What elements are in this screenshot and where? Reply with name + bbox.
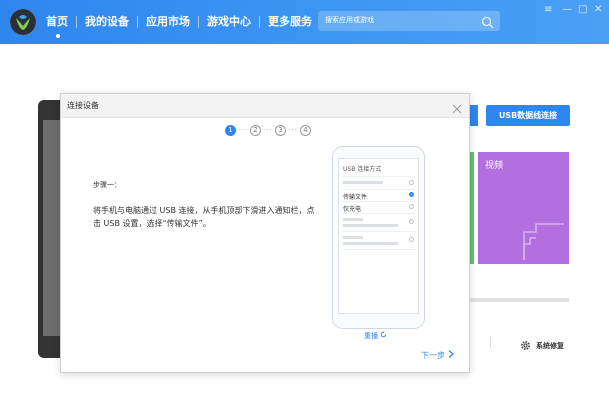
nav-item-my-devices[interactable]: 我的设备 — [77, 15, 137, 29]
gear-icon — [520, 336, 531, 355]
placeholder-bar — [343, 181, 383, 184]
radio-option — [409, 237, 414, 242]
minimize-icon[interactable]: — — [562, 4, 572, 16]
usb-option-transfer: 传输文件 — [343, 194, 368, 201]
video-folder-icon — [522, 222, 566, 266]
app-logo[interactable] — [10, 9, 36, 35]
replay-label: 重播 — [364, 332, 378, 340]
next-step-label: 下一步 — [421, 351, 445, 360]
step-instruction: 将手机与电脑通过 USB 连接，从手机顶部下滑进入通知栏，点击 USB 设置，选… — [93, 206, 315, 228]
video-tile-label: 视频 — [485, 161, 504, 171]
system-repair-button[interactable]: 系统修复 — [520, 336, 564, 355]
main-nav: 首页 我的设备 应用市场 游戏中心 更多服务 — [44, 0, 320, 44]
nav-item-label: 应用市场 — [146, 15, 190, 28]
nav-item-home[interactable]: 首页 — [44, 15, 76, 38]
usb-option-charge: 仅充电 — [343, 206, 362, 213]
step-4: 4 — [300, 125, 311, 136]
refresh-icon — [380, 331, 387, 340]
connect-device-dialog: 连接设备 1 ··· 2 ··· 3 ··· 4 步骤一： 将手机与电脑通过 U… — [60, 93, 470, 373]
storage-progress-bar — [470, 298, 569, 302]
placeholder-bar — [343, 242, 398, 245]
divider — [342, 213, 415, 214]
chevron-right-icon — [448, 350, 454, 360]
phone-screen: USB 连接方式 传输文件 仅充电 — [338, 158, 419, 314]
phone-illustration: USB 连接方式 传输文件 仅充电 — [332, 146, 425, 329]
top-nav-bar: 首页 我的设备 应用市场 游戏中心 更多服务 搜索应用或游戏 ≡ — □ ✕ — [0, 0, 609, 44]
divider — [342, 231, 415, 232]
step-2: 2 — [250, 125, 261, 136]
divider — [342, 201, 415, 202]
usb-mode-title: USB 连接方式 — [343, 166, 382, 173]
step-heading: 步骤一： — [93, 181, 121, 189]
video-tile[interactable]: 视频 — [478, 152, 569, 264]
usb-connect-button[interactable]: USB数据线连接 — [486, 105, 570, 126]
dialog-header: 连接设备 — [61, 94, 469, 118]
active-indicator — [56, 34, 60, 38]
dialog-close-icon[interactable] — [452, 99, 462, 118]
divider — [342, 189, 415, 190]
nav-item-label: 首页 — [46, 15, 68, 28]
menu-icon[interactable]: ≡ — [544, 4, 552, 16]
placeholder-bar — [343, 224, 398, 227]
close-icon[interactable]: ✕ — [594, 4, 602, 16]
placeholder-bar — [343, 218, 363, 221]
placeholder-bar — [343, 236, 363, 239]
nav-item-app-market[interactable]: 应用市场 — [138, 15, 198, 29]
maximize-icon[interactable]: □ — [578, 4, 587, 16]
replay-button[interactable]: 重播 — [364, 331, 387, 341]
nav-item-more-services[interactable]: 更多服务 — [260, 15, 320, 29]
search-icon[interactable] — [481, 14, 494, 33]
nav-item-label: 游戏中心 — [207, 15, 251, 28]
step-connector: ··· — [263, 126, 273, 134]
divider — [342, 249, 415, 250]
step-indicator: 1 ··· 2 ··· 3 ··· 4 — [225, 125, 311, 136]
nav-item-label: 更多服务 — [268, 15, 312, 28]
step-3: 3 — [275, 125, 286, 136]
dialog-title: 连接设备 — [67, 101, 99, 110]
divider — [342, 176, 415, 177]
step-connector: ··· — [238, 126, 248, 134]
radio-option — [409, 204, 414, 209]
nav-item-label: 我的设备 — [85, 15, 129, 28]
step-1: 1 — [225, 125, 236, 136]
nav-item-game-center[interactable]: 游戏中心 — [199, 15, 259, 29]
search-input[interactable]: 搜索应用或游戏 — [318, 11, 500, 31]
system-repair-label: 系统修复 — [536, 341, 564, 350]
radio-option — [409, 180, 414, 185]
radio-option — [409, 219, 414, 224]
divider — [490, 336, 491, 348]
next-step-button[interactable]: 下一步 — [421, 350, 454, 361]
search-placeholder: 搜索应用或游戏 — [325, 16, 374, 24]
radio-option-selected — [409, 192, 414, 197]
step-connector: ··· — [288, 126, 298, 134]
